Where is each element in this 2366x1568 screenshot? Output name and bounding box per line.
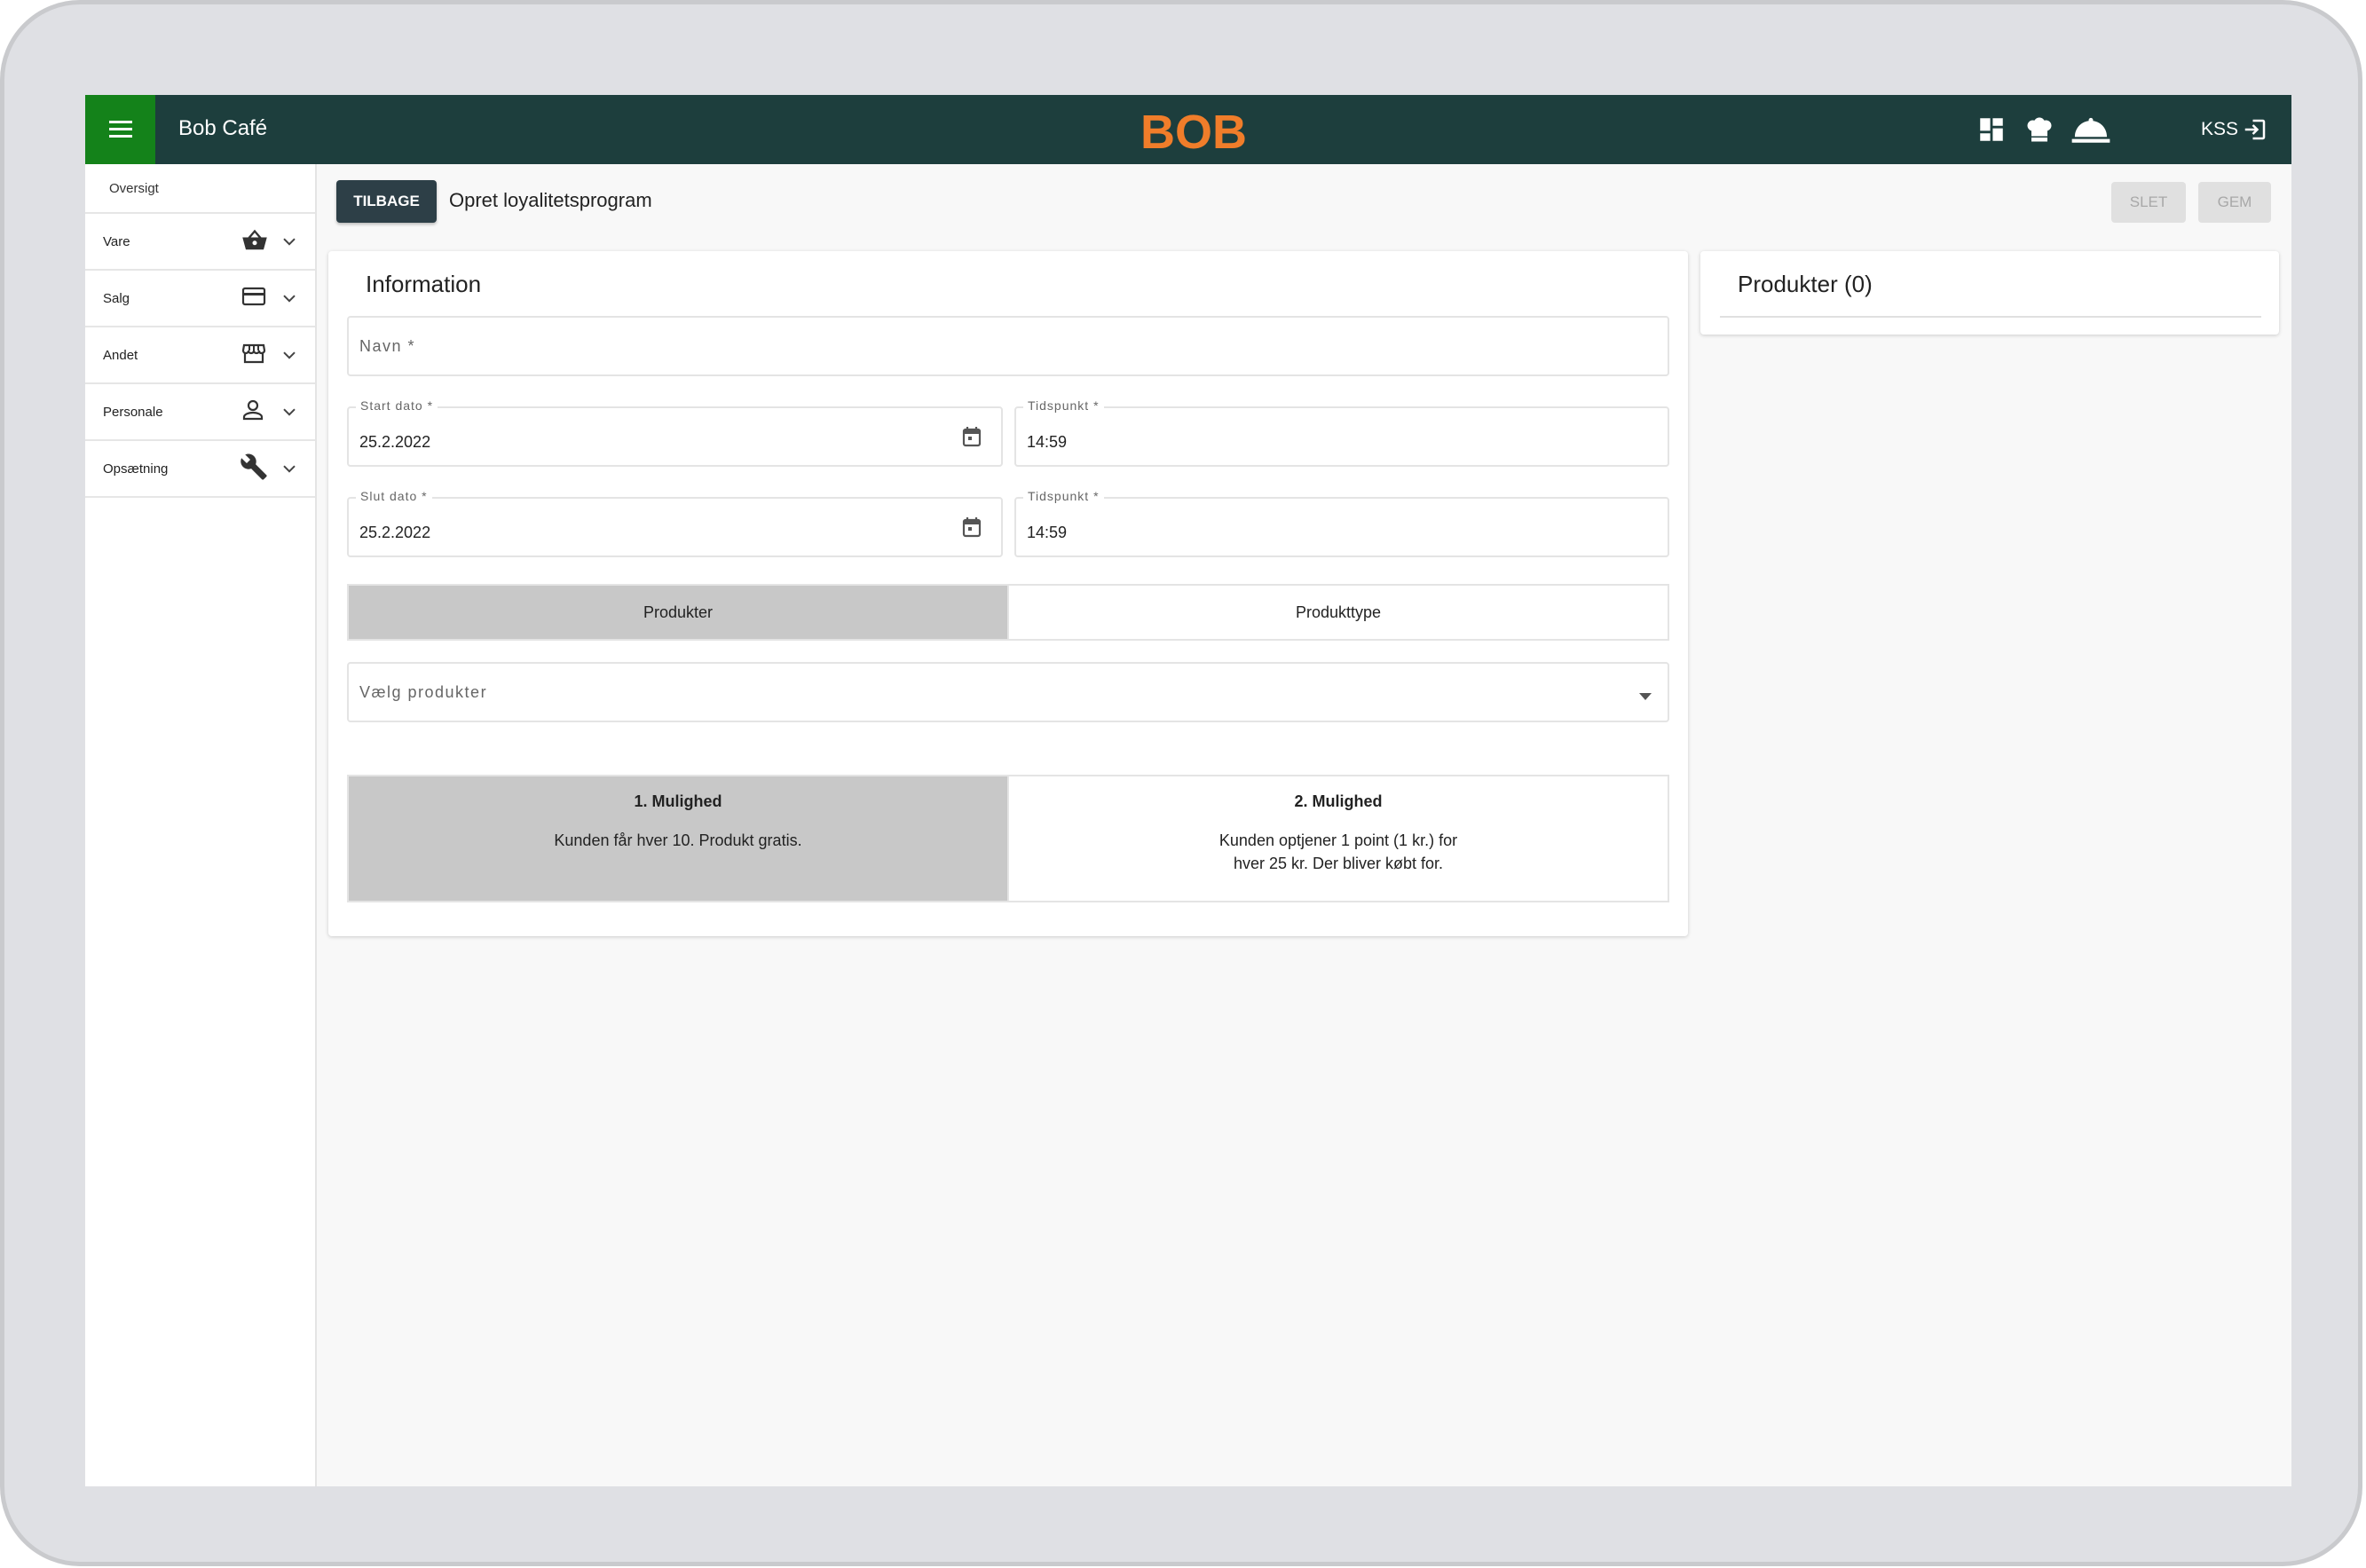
- products-title: Produkter (0): [1738, 271, 1873, 297]
- end-date-label: Slut dato *: [356, 489, 432, 503]
- delete-button[interactable]: SLET: [2111, 182, 2186, 223]
- logout-icon[interactable]: [2242, 116, 2268, 147]
- sidebar-item-label: Oversigt: [109, 180, 159, 196]
- start-date-value: 25.2.2022: [359, 433, 431, 451]
- option-1-description: Kunden får hver 10. Produkt gratis.: [554, 831, 802, 849]
- sidebar-item-oversigt[interactable]: Oversigt: [85, 164, 315, 214]
- back-button[interactable]: TILBAGE: [336, 180, 437, 223]
- name-field[interactable]: Navn *: [347, 316, 1669, 376]
- hamburger-icon: [108, 121, 132, 138]
- start-date-label: Start dato *: [356, 398, 438, 413]
- chef-hat-icon[interactable]: [2023, 114, 2056, 145]
- sidebar-item-label: Personale: [103, 404, 163, 420]
- start-date-field[interactable]: Start dato * 25.2.2022: [347, 398, 1003, 467]
- store-icon: [241, 342, 266, 368]
- app-title: Bob Café: [178, 116, 268, 140]
- service-bell-icon[interactable]: [2070, 114, 2111, 145]
- start-time-field[interactable]: Tidspunkt * 14:59: [1014, 398, 1669, 467]
- calendar-icon[interactable]: [962, 426, 982, 452]
- page-title: Opret loyalitetsprogram: [449, 189, 652, 211]
- end-date-value: 25.2.2022: [359, 524, 431, 541]
- product-select[interactable]: Vælg produkter: [347, 662, 1669, 722]
- start-time-value: 14:59: [1027, 433, 1068, 451]
- end-time-value: 14:59: [1027, 524, 1068, 541]
- sidebar-item-vare[interactable]: Vare: [85, 214, 315, 271]
- option-2-description-line: Kunden optjener 1 point (1 kr.) for: [1218, 831, 1458, 849]
- end-time-label: Tidspunkt *: [1023, 489, 1104, 503]
- toggle-products[interactable]: Produkter: [347, 584, 1009, 641]
- products-card: Produkter (0): [1700, 251, 2279, 335]
- chevron-down-icon[interactable]: [282, 406, 296, 421]
- sidebar-item-label: Andet: [103, 347, 138, 363]
- end-time-field[interactable]: Tidspunkt * 14:59: [1014, 489, 1669, 557]
- chevron-down-icon[interactable]: [282, 235, 296, 250]
- calendar-icon[interactable]: [962, 516, 982, 542]
- option-2-title: 2. Mulighed: [1294, 792, 1383, 810]
- name-placeholder: Navn *: [359, 337, 416, 355]
- dashboard-icon[interactable]: [1976, 114, 2007, 145]
- sidebar-item-label: Vare: [103, 233, 130, 249]
- sidebar-item-opsaetning[interactable]: Opsætning: [85, 441, 315, 498]
- option-2[interactable]: 2. Mulighed Kunden optjener 1 point (1 k…: [1007, 775, 1669, 902]
- chevron-down-icon[interactable]: [282, 462, 296, 477]
- start-time-label: Tidspunkt *: [1023, 398, 1104, 413]
- select-placeholder: Vælg produkter: [359, 683, 488, 701]
- sidebar-item-personale[interactable]: Personale: [85, 384, 315, 441]
- top-bar: Bob Café BOB KSS: [85, 95, 2291, 164]
- toggle-product-type[interactable]: Produkttype: [1007, 584, 1669, 641]
- chevron-down-icon[interactable]: [282, 292, 296, 307]
- sidebar-item-label: Opsætning: [103, 461, 169, 477]
- tablet-frame: Bob Café BOB KSS Oversigt Vare Salg Ande…: [0, 0, 2362, 1566]
- sidebar: Oversigt Vare Salg Andet Personale Opsæt…: [85, 164, 317, 1486]
- menu-button[interactable]: [85, 95, 155, 164]
- divider: [1720, 316, 2261, 318]
- wrench-icon: [240, 453, 268, 485]
- sidebar-item-label: Salg: [103, 290, 130, 306]
- user-initials: KSS: [2201, 119, 2239, 139]
- sidebar-item-salg[interactable]: Salg: [85, 271, 315, 327]
- basket-icon: [241, 228, 268, 255]
- card-title: Information: [366, 271, 482, 297]
- option-2-description: Kunden optjener 1 point (1 kr.) for hver…: [1009, 829, 1668, 875]
- app-screen: Bob Café BOB KSS Oversigt Vare Salg Ande…: [85, 95, 2291, 1486]
- svg-text:BOB: BOB: [1140, 106, 1247, 155]
- bob-logo: BOB: [1140, 106, 1247, 155]
- information-card: Information Navn * Start dato * 25.2.202…: [328, 251, 1688, 936]
- option-1-title: 1. Mulighed: [634, 792, 722, 810]
- save-button[interactable]: GEM: [2198, 182, 2271, 223]
- chevron-down-icon[interactable]: [282, 349, 296, 364]
- end-date-field[interactable]: Slut dato * 25.2.2022: [347, 489, 1003, 557]
- person-icon: [241, 398, 264, 425]
- sidebar-item-andet[interactable]: Andet: [85, 327, 315, 384]
- dropdown-arrow-icon[interactable]: [1639, 689, 1652, 705]
- option-2-description-line: hver 25 kr. Der bliver købt for.: [1233, 855, 1444, 872]
- credit-card-icon: [241, 287, 266, 310]
- option-1[interactable]: 1. Mulighed Kunden får hver 10. Produkt …: [347, 775, 1009, 902]
